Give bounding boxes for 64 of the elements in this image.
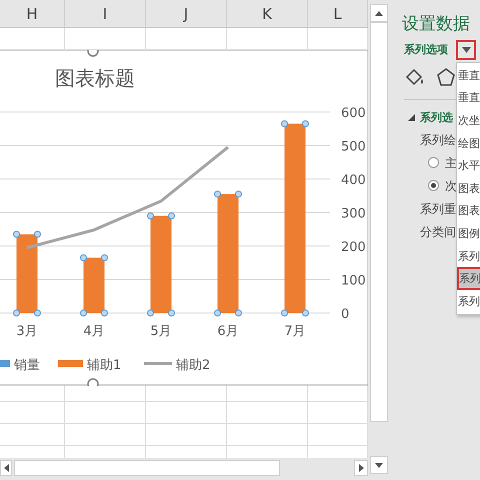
resize-handle[interactable]: [87, 378, 99, 386]
pane-title: 设置数据: [402, 13, 470, 35]
menu-item[interactable]: 系列: [457, 244, 480, 268]
column-header[interactable]: H: [0, 0, 65, 27]
caret-icon: [462, 47, 470, 53]
axis-tick-label: 300: [341, 206, 366, 222]
legend-label: 销量: [14, 358, 40, 373]
series-options-label[interactable]: 系列选项: [404, 42, 448, 57]
legend-line: [144, 362, 172, 365]
column-header[interactable]: I: [65, 0, 146, 27]
menu-item[interactable]: 垂直: [457, 64, 480, 87]
menu-item[interactable]: 系列: [457, 267, 480, 290]
menu-item[interactable]: 图例: [457, 222, 480, 245]
left-arrow-icon: [4, 464, 8, 472]
vertical-scrollbar-thumb[interactable]: [370, 22, 388, 422]
category-label: 3月: [16, 324, 38, 339]
option-label: 系列绘: [420, 132, 457, 146]
category-label: 6月: [217, 324, 239, 339]
legend-label: 辅助2: [176, 358, 210, 373]
column-header[interactable]: J: [146, 0, 227, 27]
menu-item[interactable]: 图表: [457, 200, 480, 222]
scroll-left-button[interactable]: [0, 460, 12, 476]
menu-item[interactable]: 次坐: [457, 109, 480, 132]
radio-button[interactable]: [428, 180, 439, 190]
paint-bucket-icon[interactable]: [404, 66, 426, 88]
line-series[interactable]: [26, 146, 229, 250]
legend-swatch: [58, 360, 83, 367]
axis-tick-label: 0: [341, 307, 350, 322]
category-label: 5月: [150, 324, 172, 339]
axis-tick-label: 100: [341, 274, 366, 288]
chart-title[interactable]: 图表标题: [55, 66, 135, 90]
pentagon-icon[interactable]: [436, 66, 456, 88]
radio-label: 主: [445, 155, 457, 169]
category-label: 7月: [284, 324, 306, 339]
scroll-right-button[interactable]: [354, 460, 368, 476]
column-header[interactable]: L: [308, 0, 368, 27]
menu-item[interactable]: 图表: [457, 176, 480, 200]
option-label: 分类间: [420, 224, 457, 238]
legend-label: 辅助1: [87, 358, 122, 373]
option-label: 系列重: [420, 201, 457, 215]
chart-area[interactable]: 图表标题 0 100 200 300 400 500 600 3月 4月 5月 6月 7月 销量 辅助1 辅助2: [0, 50, 368, 386]
up-arrow-icon: [375, 10, 383, 16]
collapse-triangle-icon[interactable]: [408, 114, 415, 121]
horizontal-scrollbar-thumb[interactable]: [14, 460, 280, 476]
radio-button[interactable]: [428, 156, 439, 168]
column-header[interactable]: K: [227, 0, 308, 27]
menu-item[interactable]: 系列: [457, 290, 480, 313]
menu-item[interactable]: 垂直: [457, 86, 480, 110]
section-heading[interactable]: 系列选: [420, 110, 453, 125]
down-arrow-icon: [375, 462, 383, 468]
right-arrow-icon: [358, 464, 364, 472]
radio-label: 次: [445, 178, 457, 192]
axis-tick-label: 500: [341, 140, 366, 154]
dropdown-button[interactable]: [456, 40, 476, 60]
axis-tick-label: 400: [341, 173, 366, 188]
legend-swatch: [0, 360, 10, 367]
category-label: 4月: [83, 324, 105, 339]
menu-item[interactable]: 水平: [457, 154, 480, 177]
axis-tick-label: 200: [341, 240, 366, 255]
axis-tick-label: 600: [341, 106, 366, 121]
scroll-down-button[interactable]: [370, 456, 388, 474]
resize-handle[interactable]: [87, 50, 99, 57]
scroll-up-button[interactable]: [370, 4, 388, 22]
menu-item[interactable]: 绘图: [457, 132, 480, 154]
